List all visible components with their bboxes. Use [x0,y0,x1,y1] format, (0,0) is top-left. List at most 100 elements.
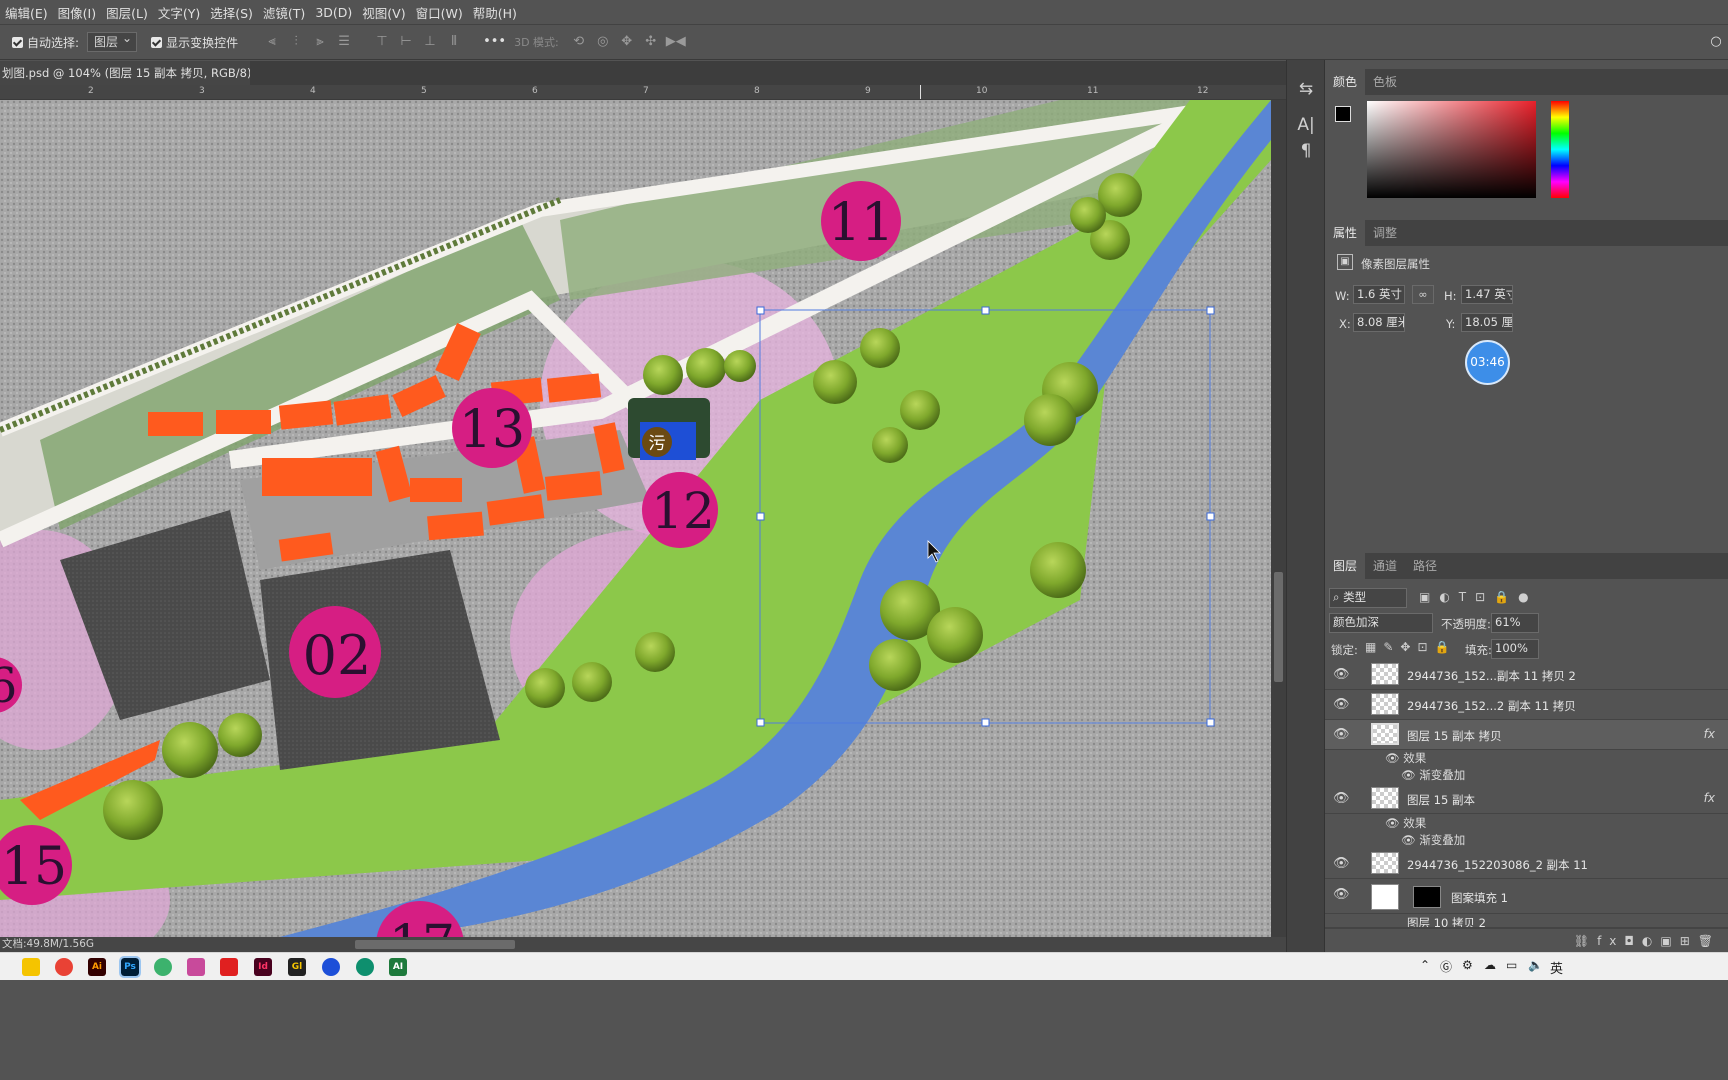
transform-handle[interactable] [1206,306,1215,315]
visibility-eye-icon[interactable]: 👁 [1333,792,1350,806]
width-field[interactable]: 1.6 英寸 [1353,285,1405,304]
site-plan-map[interactable]: 污 11 13 12 02 15 6 17 [0,100,1271,937]
menu-window[interactable]: 窗口(W) [411,3,468,22]
history-icon[interactable]: ⇆ [1287,76,1325,102]
show-transform-checkbox[interactable] [151,36,163,48]
align-vcenter-icon[interactable]: ⊢ [397,34,415,50]
tab-color[interactable]: 颜色 [1325,69,1366,95]
app-icon[interactable]: Gl [288,958,306,976]
effects-row[interactable]: 👁 效果 [1385,750,1426,766]
horizontal-scroll-thumb[interactable] [355,940,515,949]
image-viewer-icon[interactable] [187,958,205,976]
menu-layer[interactable]: 图层(L) [101,3,153,22]
visibility-eye-icon[interactable]: 👁 [1333,857,1350,871]
foreground-color-swatch[interactable] [1335,106,1351,122]
layer-filter-icons[interactable]: ▣◐T⊡🔒● [1419,590,1538,604]
camera-3d-icon[interactable]: ▶◀ [666,34,686,50]
tab-paths[interactable]: 路径 [1405,553,1445,579]
layer-row[interactable]: 👁 图案填充 1 [1325,880,1728,914]
transform-handle[interactable] [1206,718,1215,727]
align-right-icon[interactable]: ⫸ [311,34,329,50]
tray-chevron-icon[interactable]: ⌃ [1420,958,1430,972]
tab-properties[interactable]: 属性 [1325,220,1366,246]
tab-channels[interactable]: 通道 [1365,553,1405,579]
x-field[interactable]: 8.08 厘米 [1353,313,1405,332]
layer-row[interactable]: 👁 2944736_152...2 副本 11 拷贝 [1325,690,1728,720]
tray-app-icon[interactable]: ⚙ [1462,958,1473,972]
layer-row[interactable]: 👁 2944736_152...副本 11 拷贝 2 [1325,660,1728,690]
app-icon[interactable] [322,958,340,976]
slide-3d-icon[interactable]: ✣ [642,34,660,50]
auto-select-dropdown[interactable]: 图层 [87,29,138,52]
paragraph-icon[interactable]: ¶ [1287,138,1325,164]
align-top-icon[interactable]: ⊤ [373,34,391,50]
menu-type[interactable]: 文字(Y) [153,3,205,22]
menu-view[interactable]: 视图(V) [357,3,410,22]
character-icon[interactable]: A| [1287,112,1325,138]
transform-handle[interactable] [756,306,765,315]
gradient-overlay-row[interactable]: 👁 渐变叠加 [1401,832,1465,848]
transform-handle[interactable] [1206,512,1215,521]
layer-row-selected[interactable]: 👁 图层 15 副本 拷贝 fx [1325,720,1728,750]
visibility-eye-icon[interactable]: 👁 [1333,888,1350,902]
menu-image[interactable]: 图像(I) [53,3,101,22]
layer-row[interactable]: 图层 10 拷贝 2 [1325,914,1728,928]
volume-icon[interactable]: 🔈 [1528,958,1543,972]
layer-row[interactable]: 👁 2944736_152203086_2 副本 11 [1325,849,1728,879]
opacity-field[interactable]: 61% [1491,613,1539,633]
document-tab[interactable]: 划图.psd @ 104% (图层 15 副本 拷贝, RGB/8) *× [0,61,281,85]
layers-footer-icons[interactable]: ⛓fx◘◐▣⊞🗑 [1325,928,1728,952]
layer-row[interactable]: 👁 图层 15 副本 fx [1325,784,1728,814]
search-icon[interactable]: ○ [1707,34,1725,50]
blend-mode-dropdown[interactable]: 颜色加深 [1329,613,1433,633]
menu-filter[interactable]: 滤镜(T) [258,3,310,22]
color-picker-field[interactable] [1367,101,1536,198]
recording-timer[interactable]: 03:46 [1465,340,1510,385]
y-field[interactable]: 18.05 厘米 [1461,313,1513,332]
input-language[interactable]: 英 [1550,958,1563,977]
visibility-eye-icon[interactable]: 👁 [1333,698,1350,712]
transform-handle[interactable] [981,306,990,315]
file-explorer-icon[interactable] [22,958,40,976]
visibility-eye-icon[interactable]: 👁 [1333,668,1350,682]
photoshop-icon[interactable]: Ps [119,956,141,978]
height-field[interactable]: 1.47 英寸 [1461,285,1513,304]
effects-row[interactable]: 👁 效果 [1385,815,1426,831]
drag-3d-icon[interactable]: ✥ [618,34,636,50]
link-proportions-icon[interactable]: ∞ [1412,285,1434,304]
auto-select-checkbox[interactable] [12,36,23,48]
transform-handle[interactable] [981,718,990,727]
distribute-vertical-icon[interactable]: ⦀ [445,34,463,50]
wps-icon[interactable] [220,958,238,976]
fx-icon[interactable]: fx [1704,727,1715,741]
menu-help[interactable]: 帮助(H) [468,3,522,22]
lock-icons[interactable]: ▦✎✥⊡🔒 [1365,640,1456,654]
roll-3d-icon[interactable]: ◎ [594,34,612,50]
canvas[interactable]: 污 11 13 12 02 15 6 17 [0,100,1271,937]
fx-icon[interactable]: fx [1704,791,1715,805]
hue-slider[interactable] [1551,101,1569,198]
align-hcenter-icon[interactable]: ⫶ [287,34,305,50]
menu-3d[interactable]: 3D(D) [310,5,357,20]
tab-layers[interactable]: 图层 [1325,553,1366,579]
gradient-overlay-row[interactable]: 👁 渐变叠加 [1401,767,1465,783]
cloud-icon[interactable]: ☁ [1484,958,1496,972]
transform-handle[interactable] [756,512,765,521]
app-icon[interactable]: AI [389,958,407,976]
chrome-icon[interactable] [55,958,73,976]
tray-app-icon[interactable]: Ⓖ [1440,958,1452,975]
vertical-scrollbar[interactable] [1271,100,1286,937]
visibility-eye-icon[interactable]: 👁 [1333,728,1350,742]
more-options-icon[interactable]: ••• [483,34,506,50]
vertical-scroll-thumb[interactable] [1274,572,1283,682]
align-bottom-icon[interactable]: ⊥ [421,34,439,50]
layer-filter-dropdown[interactable]: ⌕ 类型 [1329,588,1407,608]
horizontal-ruler[interactable]: 2 3 4 5 6 7 8 9 10 11 12 [0,85,1286,100]
menu-select[interactable]: 选择(S) [205,3,258,22]
tab-swatches[interactable]: 色板 [1365,69,1405,95]
edge-icon[interactable] [356,958,374,976]
transform-handle[interactable] [756,718,765,727]
orbit-3d-icon[interactable]: ⟲ [570,34,588,50]
align-left-icon[interactable]: ⫷ [263,34,281,50]
tab-adjustments[interactable]: 调整 [1365,220,1405,246]
